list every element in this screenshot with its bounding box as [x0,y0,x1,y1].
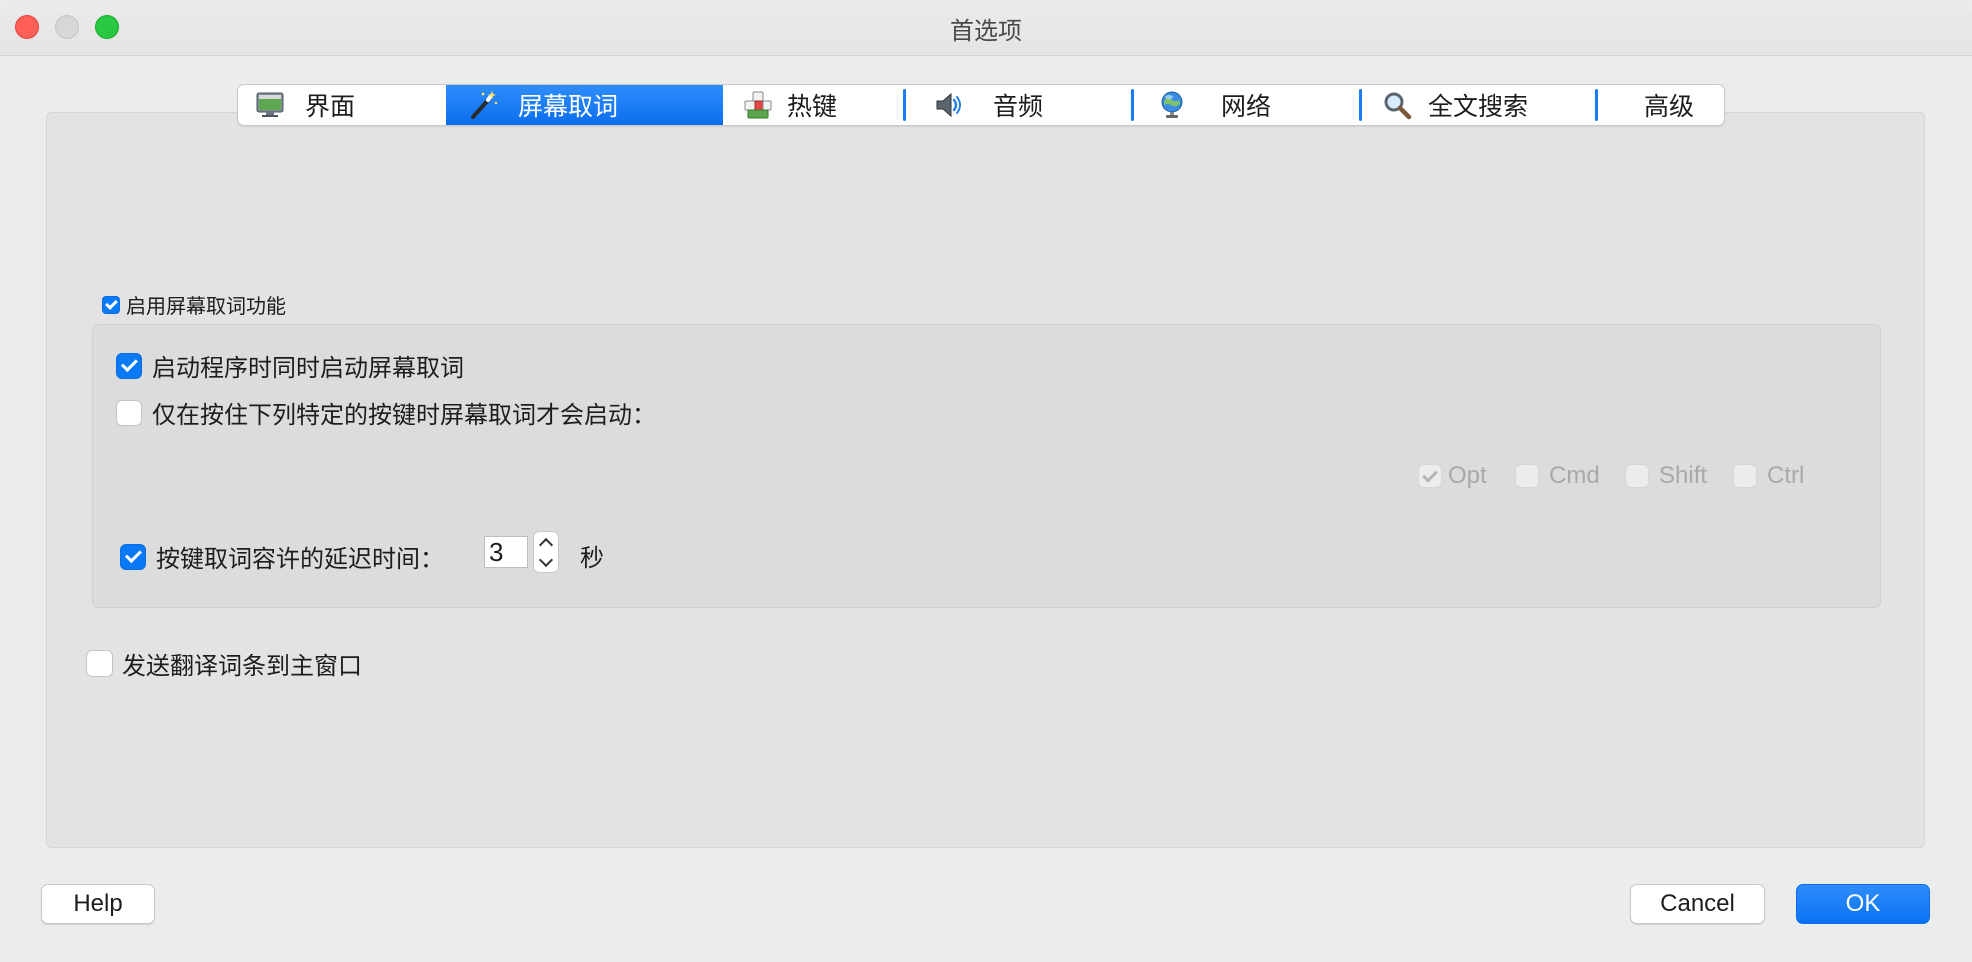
tab-screen-lookup[interactable]: 屏幕取词 [446,85,723,125]
start-with-app-label: 启动程序时同时启动屏幕取词 [152,354,464,382]
start-with-app-checkbox[interactable] [116,352,142,379]
delay-input[interactable]: 3 [484,536,528,568]
modifier-ctrl-row[interactable]: Ctrl [1733,462,1804,490]
tab-label: 网络 [1221,92,1272,121]
tab-label: 界面 [305,92,356,121]
tab-separator [1359,89,1362,121]
tab-label: 热键 [787,92,838,121]
delay-label: 按键取词容许的延迟时间： [156,545,444,573]
modifier-shift-checkbox[interactable] [1625,464,1649,488]
only-with-keys-checkbox[interactable] [116,399,142,426]
modifier-cmd-checkbox[interactable] [1515,464,1539,488]
modifier-shift-row[interactable]: Shift [1625,462,1707,490]
help-button[interactable]: Help [41,884,155,924]
tab-label: 音频 [993,92,1044,121]
tab-separator [1595,89,1598,121]
tab-label: 全文搜索 [1428,92,1529,121]
tab-audio[interactable]: 音频 [903,85,1131,125]
tab-separator [1131,89,1134,121]
magnifier-icon [1382,90,1412,120]
delay-decrement-button[interactable] [534,552,558,572]
tab-full-text-search[interactable]: 全文搜索 [1359,85,1599,125]
delay-increment-button[interactable] [534,532,558,552]
globe-network-icon [1157,90,1187,120]
modifier-cmd-row[interactable]: Cmd [1515,462,1600,490]
tab-label: 高级 [1644,92,1695,121]
speaker-icon [933,90,963,120]
preferences-tab-bar: 界面 屏幕取词 热键 音频 网络 全文搜索 高级 [237,84,1725,126]
tab-advanced[interactable]: 高级 [1599,85,1724,125]
chevron-up-icon [538,537,554,552]
modifier-opt-checkbox[interactable] [1418,464,1442,488]
delay-stepper[interactable] [533,531,559,573]
delay-unit-label: 秒 [580,544,604,572]
tab-hotkeys[interactable]: 热键 [723,85,903,125]
send-to-main-row[interactable]: 发送翻译词条到主窗口 [86,646,362,681]
send-to-main-checkbox[interactable] [86,650,113,677]
modifier-opt-label: Opt [1448,462,1487,489]
tab-interface[interactable]: 界面 [238,85,446,125]
chevron-down-icon [538,552,554,567]
tab-separator [903,89,906,121]
tab-label: 屏幕取词 [518,92,619,121]
ok-button[interactable]: OK [1796,884,1930,924]
magic-wand-icon [468,90,498,120]
monitor-icon [255,90,285,120]
enable-screen-lookup-label: 启用屏幕取词功能 [126,294,286,318]
send-to-main-label: 发送翻译词条到主窗口 [122,652,362,680]
delay-row[interactable]: 按键取词容许的延迟时间： [120,539,444,574]
enable-screen-lookup-checkbox[interactable] [102,295,120,314]
window-title: 首选项 [950,17,1022,45]
delay-checkbox[interactable] [120,543,146,570]
modifier-opt-row[interactable]: Opt [1418,462,1487,490]
modifier-ctrl-label: Ctrl [1767,462,1805,489]
modifier-cmd-label: Cmd [1549,462,1600,489]
cancel-button[interactable]: Cancel [1630,884,1765,924]
only-with-keys-row[interactable]: 仅在按住下列特定的按键时屏幕取词才会启动： [116,395,656,430]
only-with-keys-label: 仅在按住下列特定的按键时屏幕取词才会启动： [152,401,656,429]
title-bar: 首选项 [0,0,1972,56]
tab-network[interactable]: 网络 [1131,85,1359,125]
modifier-shift-label: Shift [1659,462,1708,489]
enable-screen-lookup-row[interactable]: 启用屏幕取词功能 [102,290,286,319]
start-with-app-row[interactable]: 启动程序时同时启动屏幕取词 [116,348,464,383]
modifier-ctrl-checkbox[interactable] [1733,464,1757,488]
keyboard-icon [743,90,773,120]
preferences-window: 首选项 界面 屏幕取词 热键 音频 网络 全文搜索 高级 启用屏幕取词功能 启动… [0,0,1972,962]
